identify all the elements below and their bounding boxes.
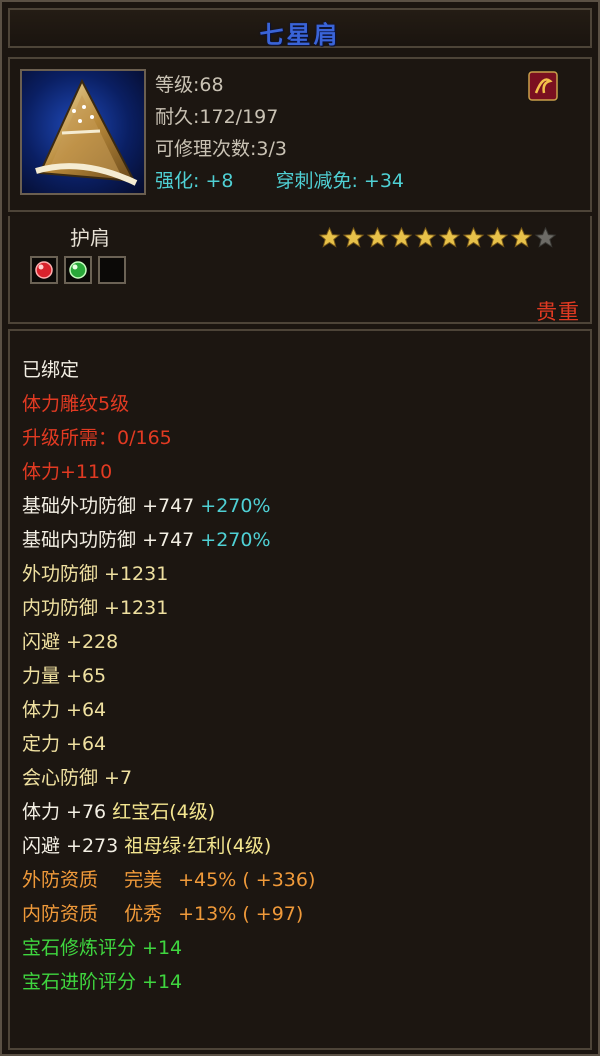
item-stats: 等级:68 耐久:172/197 可修理次数:3/3 强化: +8 穿刺减免: +…: [155, 69, 404, 197]
gem-advance-score: 宝石进阶评分 +14: [22, 971, 183, 993]
star-filled-icon: [366, 226, 389, 248]
star-filled-icon: [318, 226, 341, 248]
gem1-row: 体力 +76 红宝石(4级): [22, 795, 315, 829]
gem-sockets: [30, 256, 126, 284]
quality2-extra: ( +97): [242, 903, 304, 925]
quality2-label: 内防资质: [22, 903, 99, 925]
quality2-row: 内防资质 优秀 +13% ( +97): [22, 897, 315, 931]
star-filled-icon: [438, 226, 461, 248]
stamina-row: 体力 +64: [22, 699, 107, 721]
star-filled-icon: [414, 226, 437, 248]
bound-status: 已绑定: [22, 359, 80, 381]
item-tooltip: 七星肩 等级:68 耐久:172/197 可修理次数:3/3 强化: +8 穿刺…: [0, 0, 600, 1056]
gem1-stat: 体力 +76: [22, 801, 107, 823]
strength-row: 力量 +65: [22, 665, 107, 687]
quality2-grade: 优秀: [124, 903, 163, 925]
star-rating: [318, 226, 557, 249]
gem2-name: 祖母绿·红利(4级): [124, 835, 272, 857]
gem1-name: 红宝石(4级): [112, 801, 216, 823]
item-name: 七星肩: [259, 21, 341, 49]
stamina-bonus: 体力+110: [22, 461, 113, 483]
dodge-row: 闪避 +228: [22, 631, 119, 653]
base-int-def-value: +747: [142, 529, 195, 551]
gem2-stat: 闪避 +273: [22, 835, 119, 857]
item-header: 等级:68 耐久:172/197 可修理次数:3/3 强化: +8 穿刺减免: +…: [8, 57, 592, 212]
empty-socket[interactable]: [98, 256, 126, 284]
attribute-list: 已绑定 体力雕纹5级 升级所需：0/165 体力+110 基础外功防御 +747…: [8, 329, 592, 1050]
quality1-grade: 完美: [124, 869, 163, 891]
crit-def-row: 会心防御 +7: [22, 767, 133, 789]
emerald-gem-icon[interactable]: [64, 256, 92, 284]
item-type: 护肩: [70, 226, 110, 250]
base-int-def-row: 基础内功防御 +747 +270%: [22, 523, 315, 557]
item-type-panel: 护肩 贵重: [8, 216, 592, 324]
base-ext-def-row: 基础外功防御 +747 +270%: [22, 489, 315, 523]
star-empty-icon: [534, 226, 557, 248]
repair-count-text: 可修理次数:3/3: [155, 138, 287, 160]
quality1-value: +45%: [178, 869, 237, 891]
quality2-value: +13%: [178, 903, 237, 925]
star-filled-icon: [342, 226, 365, 248]
enhance-value: +8: [205, 170, 234, 192]
ruby-gem-icon[interactable]: [30, 256, 58, 284]
quality1-extra: ( +336): [242, 869, 316, 891]
enhance-line: 强化: +8 穿刺减免: +34: [155, 165, 404, 197]
quality1-row: 外防资质 完美 +45% ( +336): [22, 863, 315, 897]
durability-text: 耐久:172/197: [155, 106, 279, 128]
title-bar: 七星肩: [8, 8, 592, 49]
base-ext-def-pct: +270%: [200, 495, 271, 517]
quality1-label: 外防资质: [22, 869, 99, 891]
star-filled-icon: [486, 226, 509, 248]
engrave-text: 体力雕纹5级: [22, 393, 130, 415]
focus-row: 定力 +64: [22, 733, 107, 755]
star-filled-icon: [390, 226, 413, 248]
base-ext-def-value: +747: [142, 495, 195, 517]
pierce-label: 穿刺减免:: [275, 170, 358, 192]
gem-refine-score: 宝石修炼评分 +14: [22, 937, 183, 959]
shoulder-armor-icon: [20, 69, 146, 195]
rarity-label: 贵重: [536, 300, 580, 324]
base-int-def-label: 基础内功防御: [22, 529, 137, 551]
upgrade-requirement: 升级所需：0/165: [22, 427, 172, 449]
int-def-row: 内功防御 +1231: [22, 597, 169, 619]
star-filled-icon: [462, 226, 485, 248]
gem2-row: 闪避 +273 祖母绿·红利(4级): [22, 829, 315, 863]
pierce-value: +34: [363, 170, 405, 192]
class-emblem-icon: [528, 71, 558, 101]
ext-def-row: 外功防御 +1231: [22, 563, 169, 585]
base-ext-def-label: 基础外功防御: [22, 495, 137, 517]
level-text: 等级:68: [155, 74, 224, 96]
base-int-def-pct: +270%: [200, 529, 271, 551]
enhance-label: 强化:: [155, 170, 200, 192]
star-filled-icon: [510, 226, 533, 248]
